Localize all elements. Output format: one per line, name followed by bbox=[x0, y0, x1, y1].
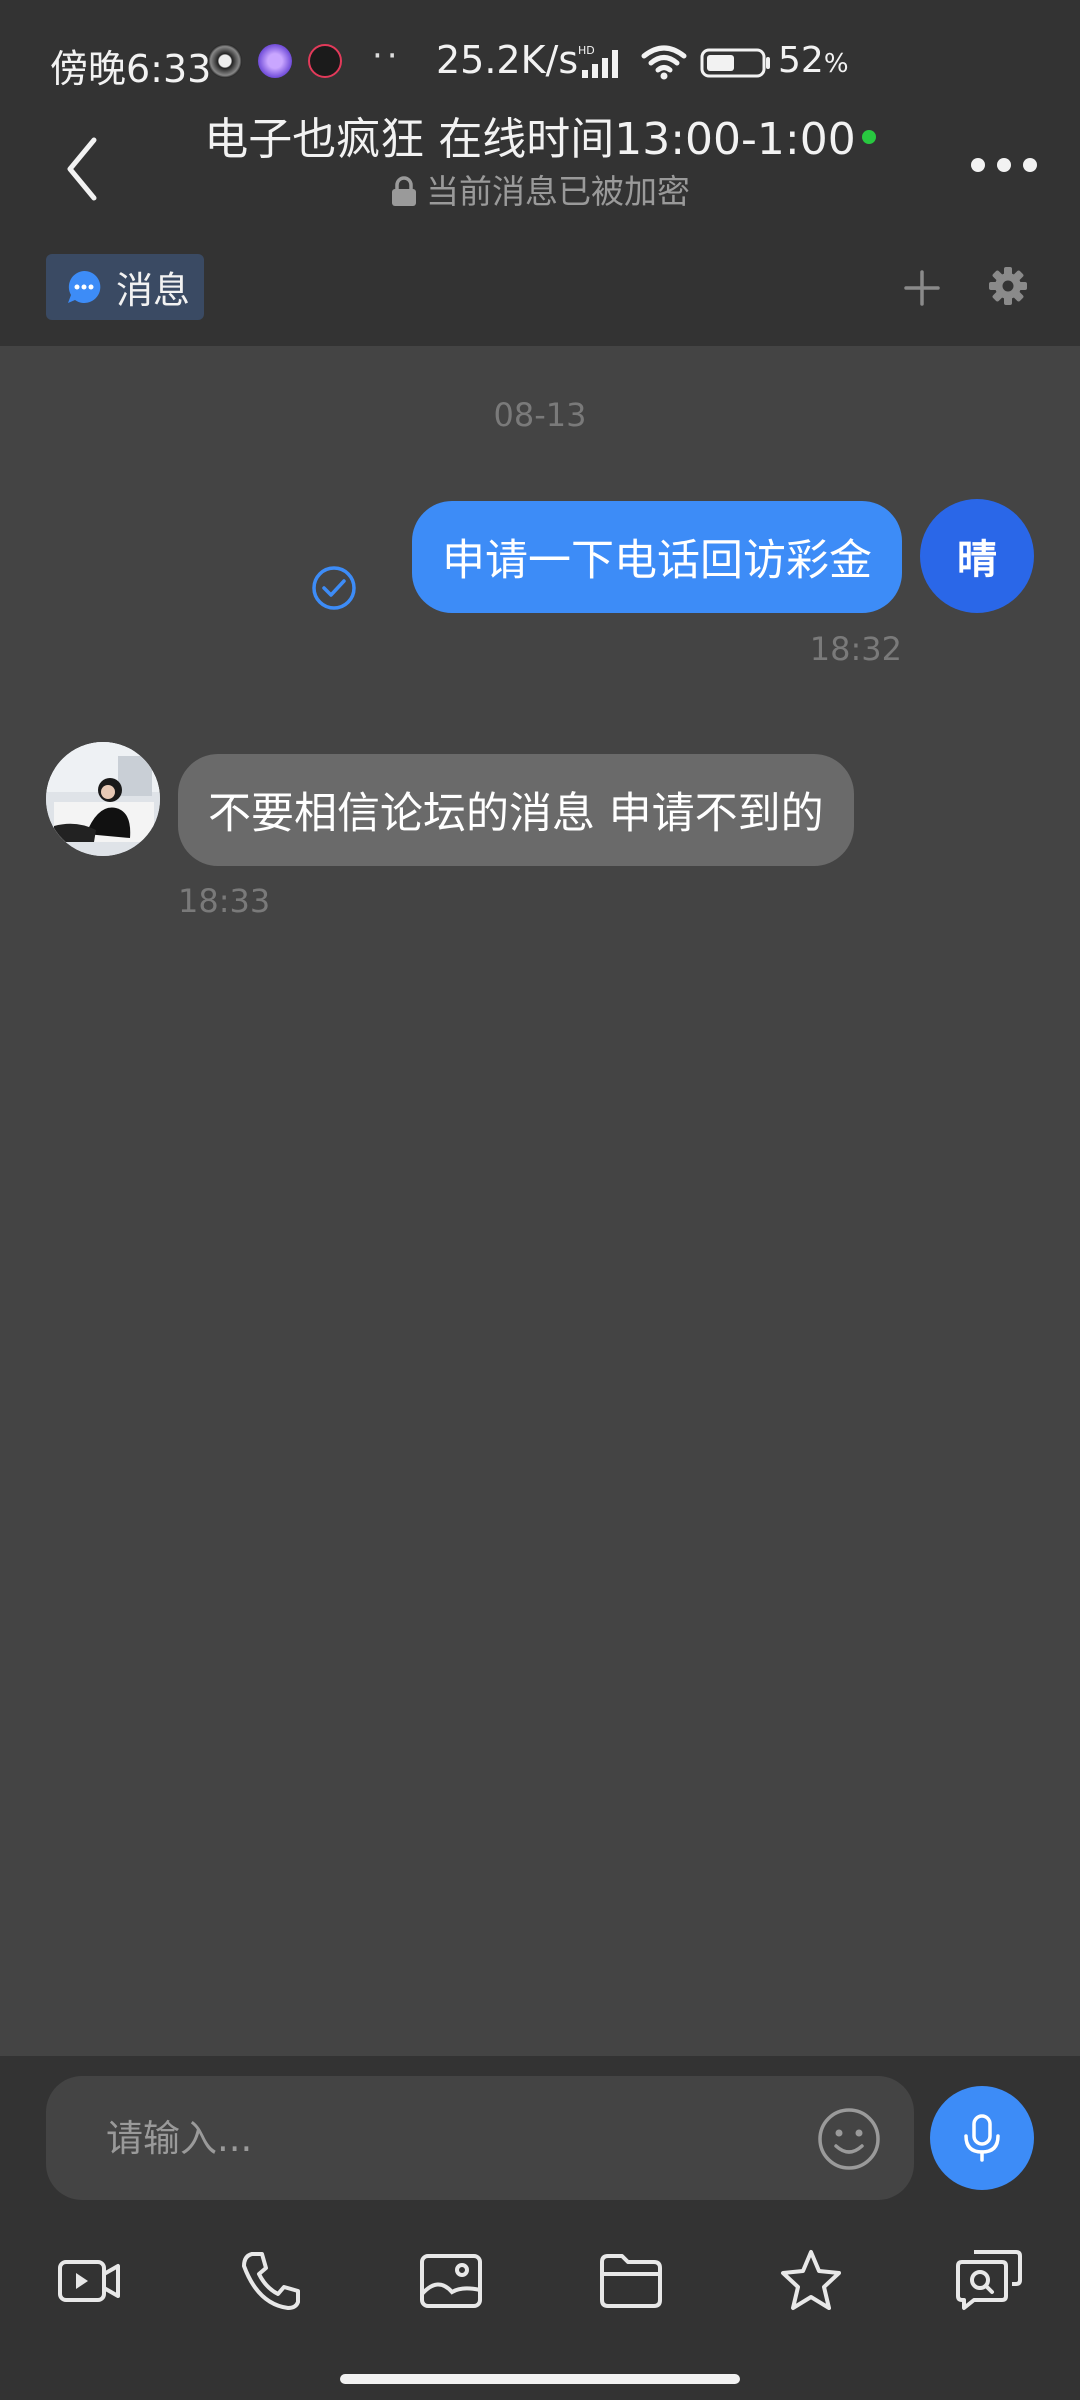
message-time-incoming: 18:33 bbox=[178, 882, 271, 920]
composer-area bbox=[0, 2056, 1080, 2400]
avatar-contact[interactable] bbox=[46, 742, 160, 856]
message-bubble-incoming[interactable]: 不要相信论坛的消息 申请不到的 bbox=[178, 754, 854, 866]
title-block: 电子也疯狂 在线时间13:00-1:00 当前消息已被加密 bbox=[140, 110, 940, 212]
microphone-icon bbox=[964, 2114, 1000, 2162]
tab-messages[interactable]: 消息 bbox=[46, 254, 204, 320]
online-status-dot bbox=[861, 130, 876, 144]
avatar-self[interactable]: 晴 bbox=[920, 499, 1034, 613]
signal-icon: HD bbox=[578, 44, 618, 78]
encryption-notice: 当前消息已被加密 bbox=[140, 172, 940, 212]
add-button[interactable] bbox=[900, 266, 944, 310]
image-icon[interactable] bbox=[416, 2246, 486, 2316]
date-separator: 08-13 bbox=[493, 396, 587, 434]
battery-icon bbox=[700, 48, 770, 78]
star-icon[interactable] bbox=[776, 2246, 846, 2316]
read-receipt-check-icon bbox=[312, 566, 356, 610]
chat-search-icon[interactable] bbox=[954, 2246, 1024, 2316]
battery-text: 52% bbox=[778, 40, 849, 81]
encryption-text: 当前消息已被加密 bbox=[426, 172, 690, 211]
chat-area[interactable]: 08-13 申请一下电话回访彩金 晴 18:32 不要相信论坛的消息 申请不到的… bbox=[0, 346, 1080, 2056]
more-notifications-icon: ·· bbox=[372, 36, 402, 76]
network-speed: 25.2K/s bbox=[436, 38, 579, 82]
chat-header: 电子也疯狂 在线时间13:00-1:00 当前消息已被加密 bbox=[0, 110, 1080, 220]
lock-icon bbox=[392, 175, 416, 206]
message-time-outgoing: 18:32 bbox=[809, 630, 902, 668]
video-icon[interactable] bbox=[54, 2246, 124, 2316]
back-button[interactable] bbox=[56, 128, 116, 210]
app-notification-icon bbox=[208, 44, 242, 78]
voice-input-button[interactable] bbox=[930, 2086, 1034, 2190]
message-input-box bbox=[46, 2076, 914, 2200]
app-notification-icon bbox=[308, 44, 342, 78]
battery-unit: % bbox=[823, 49, 849, 79]
message-bubble-outgoing[interactable]: 申请一下电话回访彩金 bbox=[412, 501, 902, 613]
message-input[interactable] bbox=[46, 2076, 806, 2200]
page-title[interactable]: 电子也疯狂 在线时间13:00-1:00 bbox=[204, 110, 876, 170]
status-bar: 傍晚6:33 ·· 25.2K/s HD 52% bbox=[0, 0, 1080, 120]
hd-label: HD bbox=[578, 44, 595, 57]
more-options-button[interactable] bbox=[968, 150, 1040, 180]
battery-percent: 52 bbox=[778, 40, 824, 81]
tab-bar: 消息 bbox=[0, 250, 1080, 346]
contact-avatar-image bbox=[46, 742, 160, 856]
attachment-toolbar bbox=[0, 2246, 1080, 2326]
status-time: 傍晚6:33 bbox=[50, 47, 212, 91]
chat-title: 电子也疯狂 在线时间13:00-1:00 bbox=[204, 114, 856, 165]
folder-icon[interactable] bbox=[596, 2246, 666, 2316]
settings-gear-icon[interactable] bbox=[986, 264, 1030, 308]
message-bubble-icon bbox=[68, 270, 101, 303]
top-bar: 傍晚6:33 ·· 25.2K/s HD 52% 电子也疯狂 在线时间13:00… bbox=[0, 0, 1080, 346]
phone-icon[interactable] bbox=[236, 2246, 306, 2316]
tab-messages-label: 消息 bbox=[116, 269, 190, 312]
home-indicator[interactable] bbox=[340, 2374, 740, 2384]
wifi-icon bbox=[641, 45, 687, 80]
emoji-icon[interactable] bbox=[816, 2106, 882, 2172]
app-notification-icon bbox=[258, 44, 292, 78]
